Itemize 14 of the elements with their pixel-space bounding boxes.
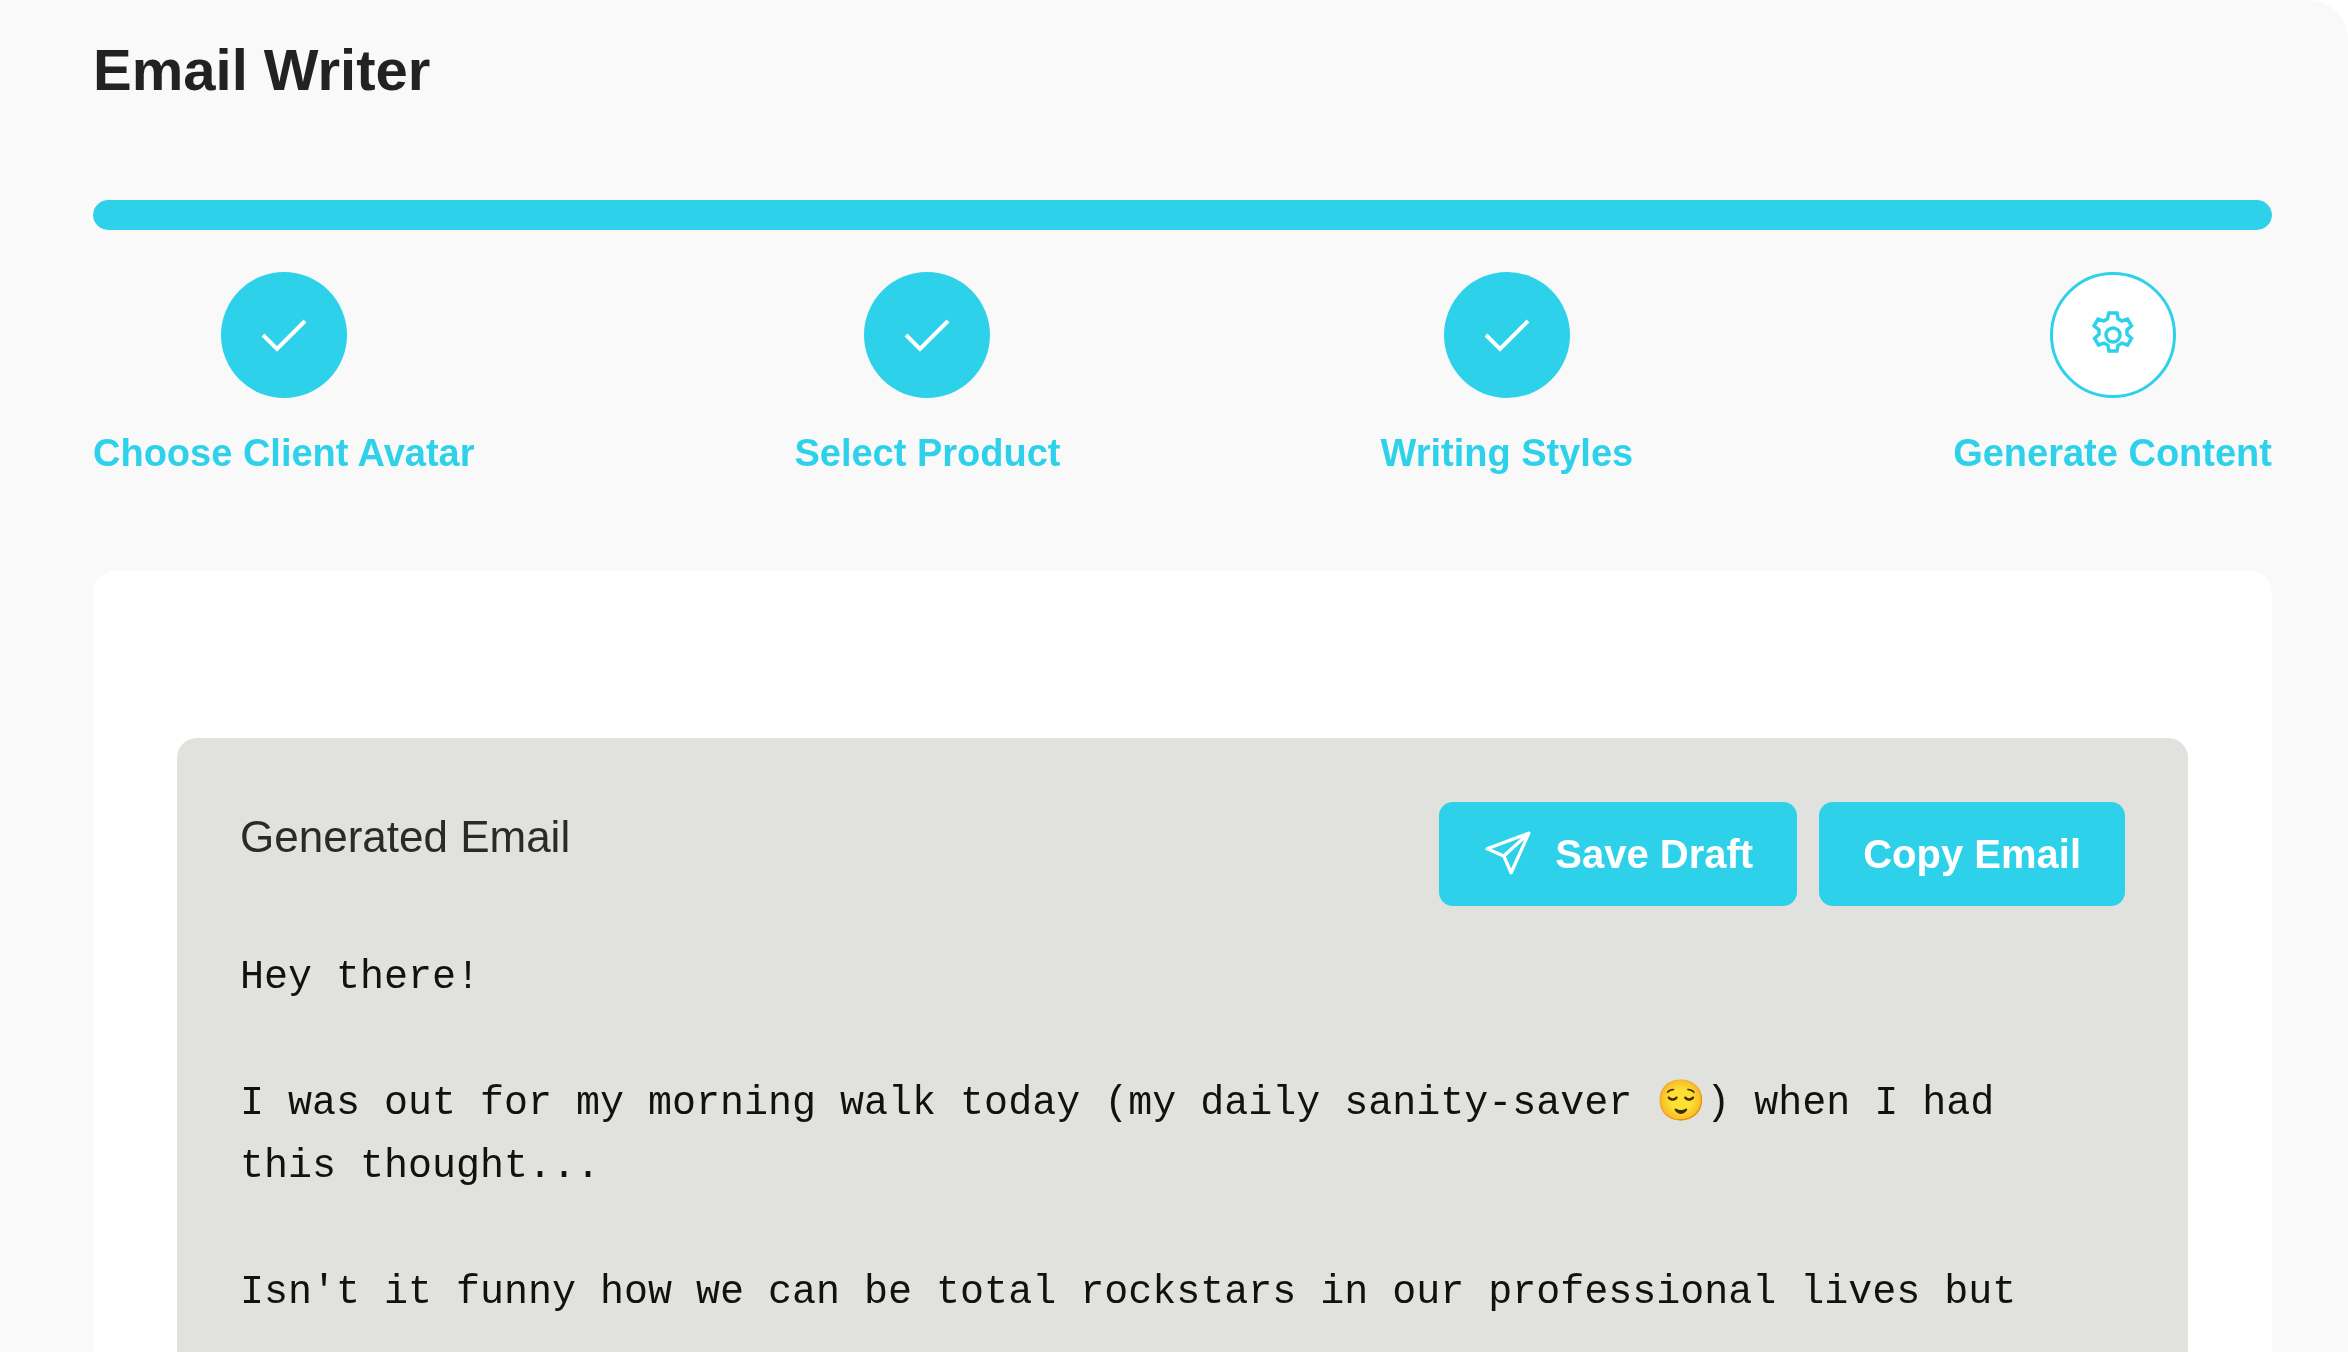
email-paragraph: Isn't it funny how we can be total rockstars in our professional lives but	[240, 1269, 2018, 1317]
email-paragraph: I was out for my morning walk today (my daily sanity-saver 😌) when I had this thought...	[240, 1078, 1996, 1191]
step-label: Generate Content	[1953, 432, 2272, 475]
save-draft-button[interactable]: Save Draft	[1439, 802, 1798, 906]
check-icon	[259, 317, 308, 353]
check-icon	[1482, 317, 1531, 353]
check-icon	[903, 317, 952, 353]
panel-heading: Generated Email	[240, 812, 571, 862]
step-label: Writing Styles	[1380, 432, 1634, 475]
copy-button[interactable]: Copy Email	[1819, 802, 2125, 906]
step-label: Select Product	[794, 432, 1061, 475]
page-title: Email Writer	[93, 36, 431, 104]
step-label: Choose Client Avatar	[93, 432, 475, 475]
email-paragraph: Hey there!	[240, 954, 482, 1002]
